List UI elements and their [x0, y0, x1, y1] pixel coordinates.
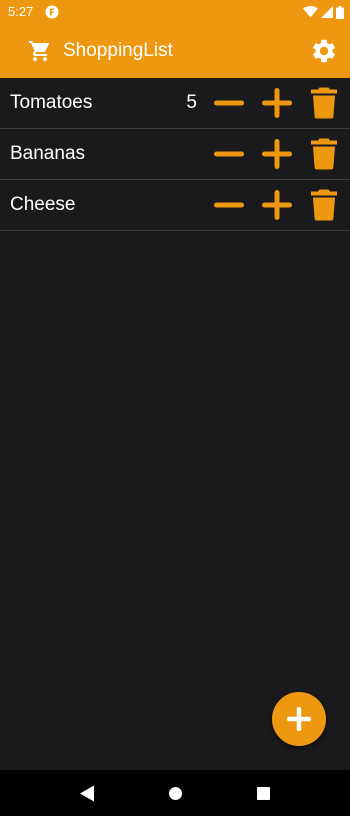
cellular-signal-icon — [321, 6, 333, 18]
item-name: Tomatoes — [10, 92, 93, 113]
shopping-list: Tomatoes 5 Bananas Cheese — [0, 78, 350, 231]
plus-icon[interactable] — [261, 139, 293, 169]
cart-icon — [29, 41, 50, 61]
trash-icon[interactable] — [310, 138, 338, 170]
home-icon[interactable] — [169, 787, 182, 800]
minus-icon[interactable] — [213, 139, 245, 169]
app-title: ShoppingList — [63, 40, 173, 61]
item-name: Bananas — [10, 143, 86, 164]
app-notification-icon — [45, 5, 59, 19]
plus-icon[interactable] — [261, 190, 293, 220]
settings-gear-icon[interactable] — [310, 37, 338, 65]
status-bar: 5:27 — [0, 0, 350, 24]
minus-icon[interactable] — [213, 88, 245, 118]
minus-icon[interactable] — [213, 190, 245, 220]
plus-icon — [287, 707, 311, 731]
list-item: Tomatoes 5 — [0, 78, 350, 129]
status-time: 5:27 — [8, 4, 34, 19]
item-name: Cheese — [10, 194, 76, 215]
navigation-bar — [0, 770, 350, 816]
plus-icon[interactable] — [261, 88, 293, 118]
list-item: Bananas — [0, 129, 350, 180]
wifi-icon — [303, 6, 318, 18]
recents-icon[interactable] — [257, 787, 270, 800]
item-quantity: 5 — [186, 92, 197, 113]
list-item: Cheese — [0, 180, 350, 231]
status-icons — [303, 4, 344, 20]
trash-icon[interactable] — [310, 87, 338, 119]
app-bar: ShoppingList — [0, 24, 350, 78]
battery-icon — [336, 5, 344, 19]
add-item-button[interactable] — [272, 692, 326, 746]
back-icon[interactable] — [79, 785, 95, 802]
trash-icon[interactable] — [310, 189, 338, 221]
